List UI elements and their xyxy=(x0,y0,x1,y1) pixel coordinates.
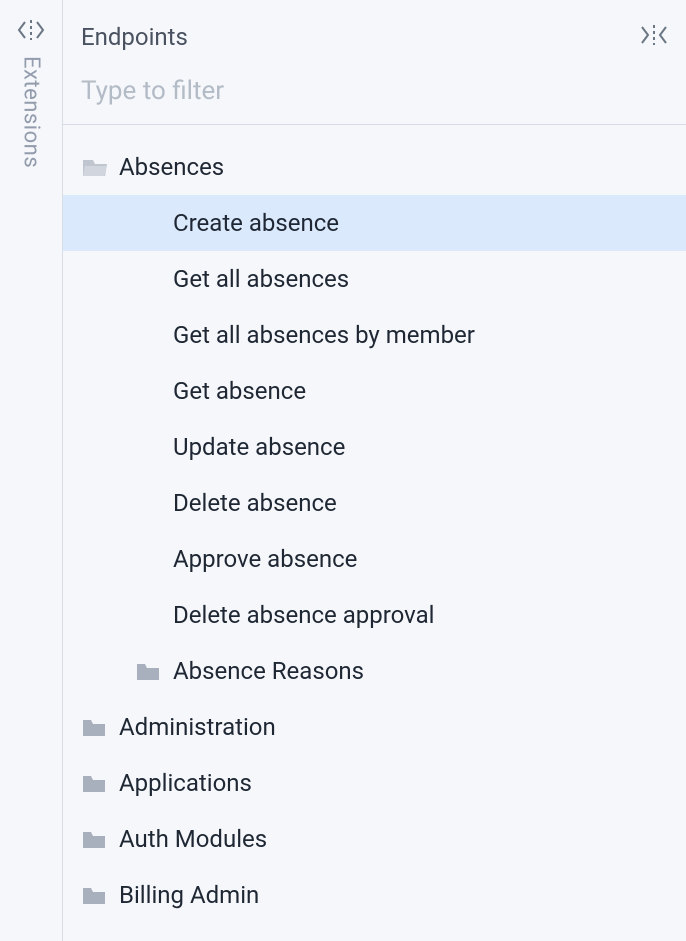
folder-label: Absences xyxy=(119,153,224,181)
endpoint-approve-absence[interactable]: Approve absence xyxy=(63,531,686,587)
folder-icon xyxy=(83,718,107,738)
endpoints-panel: Endpoints Absences Create absence xyxy=(62,0,686,941)
folder-label: Absence Reasons xyxy=(173,657,364,685)
folder-icon xyxy=(83,886,107,906)
folder-absence-reasons[interactable]: Absence Reasons xyxy=(63,643,686,699)
endpoint-label: Approve absence xyxy=(173,545,357,573)
filter-container xyxy=(63,56,686,125)
folder-billing-admin[interactable]: Billing Admin xyxy=(63,867,686,923)
endpoint-label: Get all absences by member xyxy=(173,321,475,349)
endpoint-get-all-absences-by-member[interactable]: Get all absences by member xyxy=(63,307,686,363)
endpoint-delete-absence[interactable]: Delete absence xyxy=(63,475,686,531)
extensions-tab-label: Extensions xyxy=(19,56,44,168)
folder-auth-modules[interactable]: Auth Modules xyxy=(63,811,686,867)
endpoint-label: Delete absence approval xyxy=(173,601,434,629)
endpoint-tree: Absences Create absence Get all absences… xyxy=(63,125,686,941)
endpoint-create-absence[interactable]: Create absence xyxy=(63,195,686,251)
folder-label: Billing Admin xyxy=(119,881,259,909)
endpoint-get-all-absences[interactable]: Get all absences xyxy=(63,251,686,307)
folder-label: Auth Modules xyxy=(119,825,267,853)
extensions-tab[interactable]: Extensions xyxy=(0,0,62,941)
endpoint-update-absence[interactable]: Update absence xyxy=(63,419,686,475)
folder-applications[interactable]: Applications xyxy=(63,755,686,811)
endpoint-label: Delete absence xyxy=(173,489,337,517)
folder-icon xyxy=(83,774,107,794)
folder-label: Administration xyxy=(119,713,276,741)
panel-title: Endpoints xyxy=(81,23,188,51)
filter-input[interactable] xyxy=(81,76,668,106)
folder-icon xyxy=(137,662,161,682)
folder-open-icon xyxy=(83,158,107,178)
panel-header: Endpoints xyxy=(63,0,686,56)
expand-panel-icon[interactable] xyxy=(17,18,45,46)
folder-administration[interactable]: Administration xyxy=(63,699,686,755)
endpoint-label: Create absence xyxy=(173,209,339,237)
collapse-panel-icon[interactable] xyxy=(640,23,668,51)
folder-icon xyxy=(83,830,107,850)
endpoint-label: Update absence xyxy=(173,433,345,461)
endpoint-label: Get all absences xyxy=(173,265,349,293)
folder-absences[interactable]: Absences xyxy=(63,139,686,195)
endpoint-delete-absence-approval[interactable]: Delete absence approval xyxy=(63,587,686,643)
endpoint-label: Get absence xyxy=(173,377,306,405)
folder-label: Applications xyxy=(119,769,252,797)
endpoint-get-absence[interactable]: Get absence xyxy=(63,363,686,419)
